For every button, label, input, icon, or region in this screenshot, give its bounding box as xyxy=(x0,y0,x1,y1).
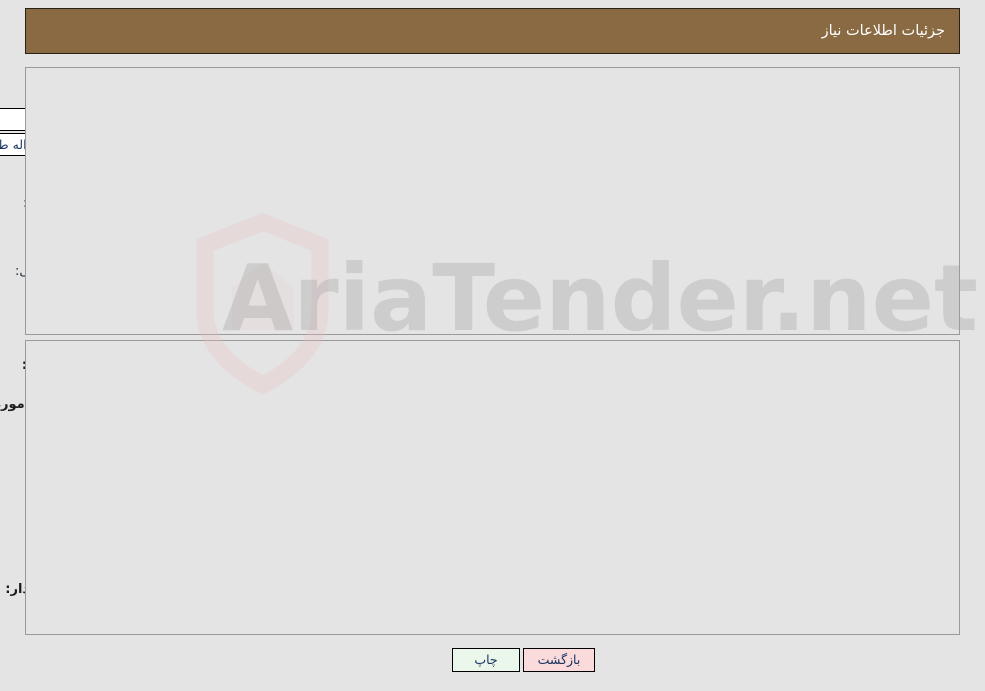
page-title: جزئیات اطلاعات نیاز xyxy=(821,23,945,39)
print-button[interactable]: چاپ xyxy=(452,648,520,672)
service-details-panel xyxy=(25,340,960,635)
need-info-panel xyxy=(25,67,960,335)
page-header: جزئیات اطلاعات نیاز xyxy=(25,8,960,54)
back-button[interactable]: بازگشت xyxy=(523,648,595,672)
page-root: AriaTender.net جزئیات اطلاعات نیاز شماره… xyxy=(0,0,985,691)
